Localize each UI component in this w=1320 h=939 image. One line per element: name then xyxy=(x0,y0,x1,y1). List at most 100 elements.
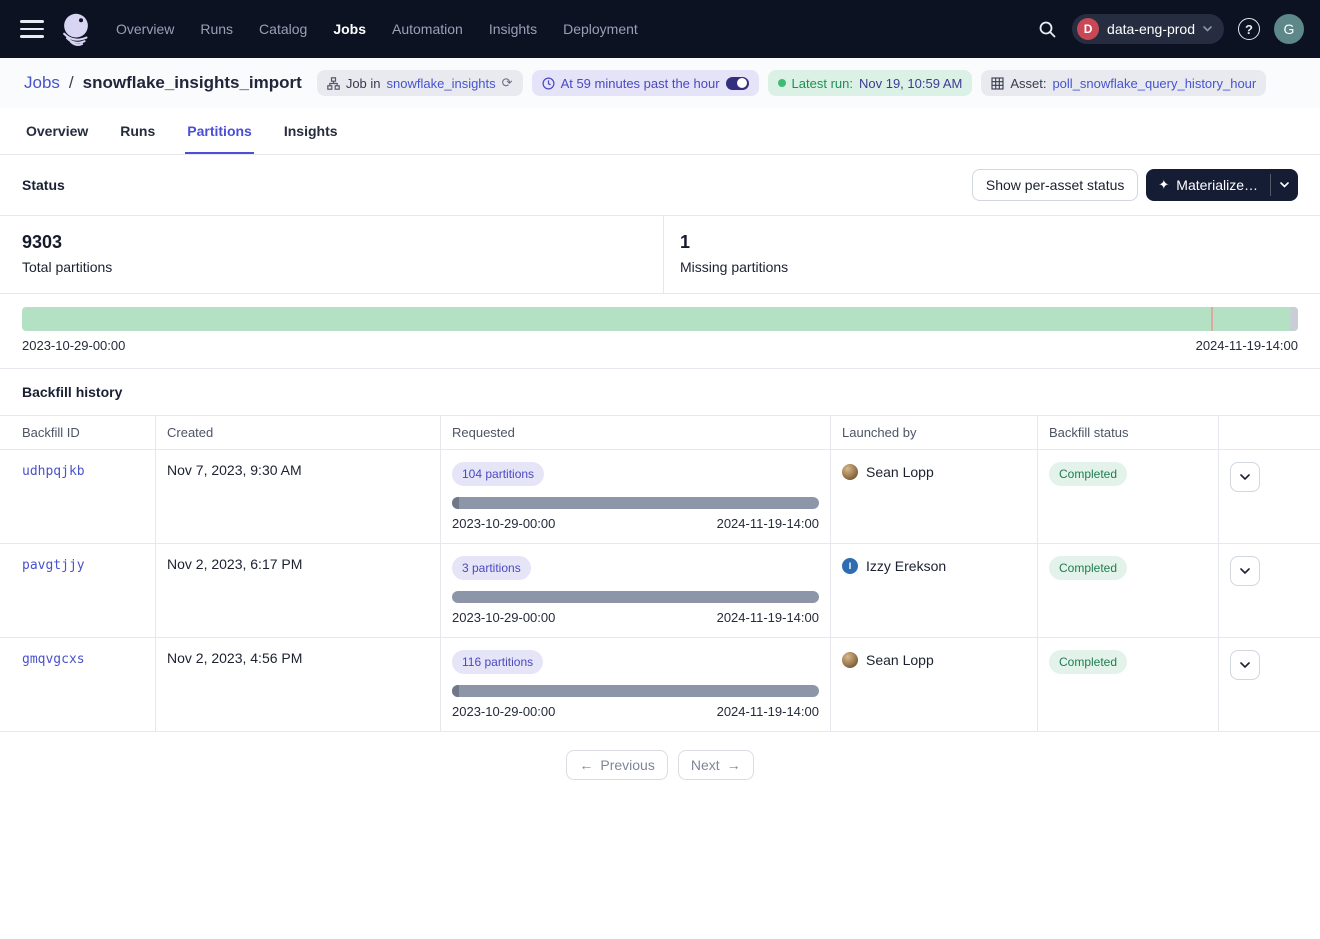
clock-icon xyxy=(542,77,555,90)
missing-partitions-value: 1 xyxy=(680,232,1320,253)
materialize-dropdown-button[interactable] xyxy=(1271,169,1298,201)
missing-partitions-stat: 1 Missing partitions xyxy=(663,216,1320,293)
nav-item-deployment[interactable]: Deployment xyxy=(563,21,638,37)
breadcrumb-jobs-link[interactable]: Jobs xyxy=(24,73,60,93)
previous-label: Previous xyxy=(600,757,654,773)
dagster-logo-icon[interactable] xyxy=(56,9,96,49)
row-menu-button[interactable] xyxy=(1230,650,1260,680)
job-location-prefix: Job in xyxy=(346,76,381,91)
job-location-link[interactable]: snowflake_insights xyxy=(387,76,496,91)
refresh-icon[interactable]: ⟳ xyxy=(502,75,513,91)
backfill-range-end: 2024-11-19-14:00 xyxy=(717,610,819,625)
launched-by-cell: Sean Lopp xyxy=(842,650,1026,668)
user-avatar: I xyxy=(842,558,858,574)
tab-insights[interactable]: Insights xyxy=(282,108,340,154)
backfill-range-start: 2023-10-29-00:00 xyxy=(452,704,555,719)
table-row: udhpqjkb Nov 7, 2023, 9:30 AM 104 partit… xyxy=(0,449,1320,543)
status-actions: Show per-asset status ✦ Materialize… xyxy=(972,169,1298,201)
chevron-down-icon xyxy=(1240,568,1250,575)
total-partitions-label: Total partitions xyxy=(22,259,663,275)
materialize-button[interactable]: ✦ Materialize… xyxy=(1146,169,1270,201)
show-per-asset-status-button[interactable]: Show per-asset status xyxy=(972,169,1139,201)
col-backfill-id: Backfill ID xyxy=(0,416,155,449)
status-header: Status Show per-asset status ✦ Materiali… xyxy=(0,155,1320,215)
partition-status-bar-section: 2023-10-29-00:00 2024-11-19-14:00 xyxy=(0,294,1320,368)
backfill-progress-bar[interactable] xyxy=(452,685,819,697)
nav-item-jobs[interactable]: Jobs xyxy=(333,21,366,37)
backfill-range-end: 2024-11-19-14:00 xyxy=(717,516,819,531)
materialize-label: Materialize… xyxy=(1176,177,1258,193)
status-badge: Completed xyxy=(1049,462,1127,486)
next-page-button[interactable]: Next → xyxy=(678,750,754,780)
table-row: gmqvgcxs Nov 2, 2023, 4:56 PM 116 partit… xyxy=(0,637,1320,731)
search-icon[interactable] xyxy=(1036,18,1058,40)
main-nav: Overview Runs Catalog Jobs Automation In… xyxy=(116,21,638,37)
col-launched-by: Launched by xyxy=(830,416,1037,449)
range-start-label: 2023-10-29-00:00 xyxy=(22,338,125,353)
status-badge: Completed xyxy=(1049,556,1127,580)
deployment-name: data-eng-prod xyxy=(1107,21,1195,37)
partitions-count-badge: 116 partitions xyxy=(452,650,543,674)
backfill-progress-bar[interactable] xyxy=(452,497,819,509)
total-partitions-value: 9303 xyxy=(22,232,663,253)
created-cell: Nov 7, 2023, 9:30 AM xyxy=(155,450,440,543)
backfill-id-link[interactable]: gmqvgcxs xyxy=(22,652,85,667)
breadcrumb-separator: / xyxy=(69,73,74,93)
nav-item-automation[interactable]: Automation xyxy=(392,21,463,37)
partitions-count-badge: 104 partitions xyxy=(452,462,544,486)
tab-runs[interactable]: Runs xyxy=(118,108,157,154)
deployment-switcher[interactable]: D data-eng-prod xyxy=(1072,14,1224,44)
row-menu-button[interactable] xyxy=(1230,556,1260,586)
partition-status-bar[interactable] xyxy=(22,307,1298,331)
arrow-left-icon: ← xyxy=(579,757,593,773)
col-backfill-status: Backfill status xyxy=(1037,416,1218,449)
menu-icon[interactable] xyxy=(20,20,44,38)
job-graph-icon xyxy=(327,77,340,90)
backfill-id-link[interactable]: udhpqjkb xyxy=(22,464,85,479)
backfill-range-end: 2024-11-19-14:00 xyxy=(717,704,819,719)
row-menu-button[interactable] xyxy=(1230,462,1260,492)
backfill-range-start: 2023-10-29-00:00 xyxy=(452,516,555,531)
table-row: pavgtjjy Nov 2, 2023, 6:17 PM 3 partitio… xyxy=(0,543,1320,637)
range-end-label: 2024-11-19-14:00 xyxy=(1196,338,1298,353)
breadcrumb-row: Jobs / snowflake_insights_import Job in … xyxy=(0,58,1320,108)
latest-run-badge: Latest run: Nov 19, 10:59 AM xyxy=(768,70,973,96)
top-nav: Overview Runs Catalog Jobs Automation In… xyxy=(0,0,1320,58)
deployment-badge: D xyxy=(1077,18,1099,40)
missing-partition-segment xyxy=(1290,307,1298,331)
asset-badge: Asset: poll_snowflake_query_history_hour xyxy=(981,70,1266,96)
page-title: snowflake_insights_import xyxy=(83,73,302,93)
tab-partitions[interactable]: Partitions xyxy=(185,108,254,154)
nav-item-overview[interactable]: Overview xyxy=(116,21,174,37)
backfill-progress-bar[interactable] xyxy=(452,591,819,603)
nav-item-runs[interactable]: Runs xyxy=(200,21,233,37)
created-cell: Nov 2, 2023, 4:56 PM xyxy=(155,638,440,731)
failed-partition-marker xyxy=(1211,307,1213,331)
latest-run-link[interactable]: Nov 19, 10:59 AM xyxy=(859,76,962,91)
col-created: Created xyxy=(155,416,440,449)
status-badge: Completed xyxy=(1049,650,1127,674)
asset-link[interactable]: poll_snowflake_query_history_hour xyxy=(1052,76,1256,91)
chevron-down-icon xyxy=(1203,26,1212,32)
help-icon[interactable]: ? xyxy=(1238,18,1260,40)
table-header-row: Backfill ID Created Requested Launched b… xyxy=(0,415,1320,449)
launched-by-name: Sean Lopp xyxy=(866,652,934,668)
chevron-down-icon xyxy=(1240,474,1250,481)
nav-item-insights[interactable]: Insights xyxy=(489,21,537,37)
backfill-range-start: 2023-10-29-00:00 xyxy=(452,610,555,625)
schedule-toggle[interactable] xyxy=(726,77,749,90)
partitions-count-badge: 3 partitions xyxy=(452,556,531,580)
nav-item-catalog[interactable]: Catalog xyxy=(259,21,307,37)
next-label: Next xyxy=(691,757,720,773)
user-avatar[interactable]: G xyxy=(1274,14,1304,44)
backfill-id-link[interactable]: pavgtjjy xyxy=(22,558,85,573)
asset-grid-icon xyxy=(991,77,1004,90)
requested-cell: 104 partitions 2023-10-29-00:00 2024-11-… xyxy=(440,450,830,543)
sparkle-icon: ✦ xyxy=(1158,177,1169,193)
caret-down-icon xyxy=(1280,182,1289,188)
nav-right: D data-eng-prod ? G xyxy=(1036,14,1304,44)
job-location-badge: Job in snowflake_insights ⟳ xyxy=(317,70,523,96)
total-partitions-stat: 9303 Total partitions xyxy=(0,216,663,293)
tab-overview[interactable]: Overview xyxy=(24,108,90,154)
previous-page-button[interactable]: ← Previous xyxy=(566,750,667,780)
